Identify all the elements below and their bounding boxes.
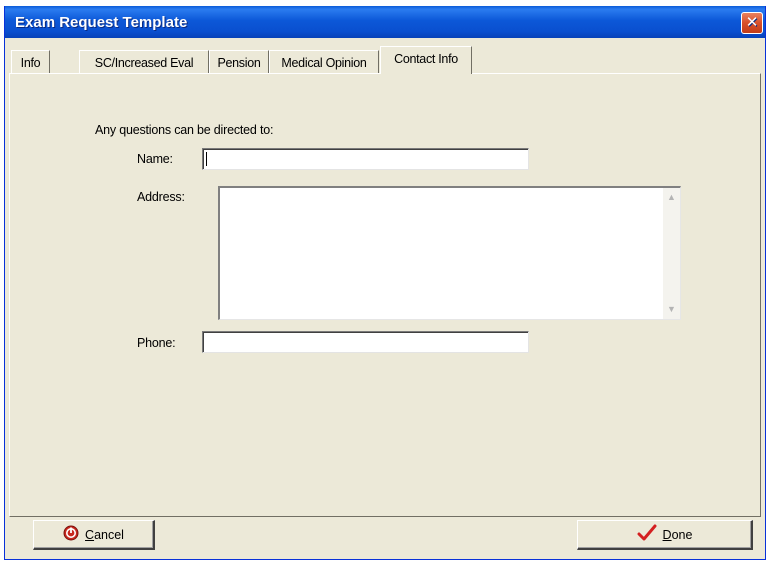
- exam-request-dialog: Exam Request Template ✕ Info SC/Increase…: [4, 6, 766, 560]
- name-label: Name:: [137, 152, 173, 166]
- cancel-button[interactable]: Cancel: [33, 520, 155, 550]
- phone-label: Phone:: [137, 336, 176, 350]
- name-field[interactable]: [202, 148, 529, 170]
- scroll-down-arrow-icon[interactable]: ▼: [664, 302, 679, 317]
- tab-label: SC/Increased Eval: [94, 56, 194, 70]
- contact-info-panel: Any questions can be directed to: Name: …: [9, 73, 761, 517]
- text-caret: [206, 152, 207, 166]
- close-icon: ✕: [745, 14, 759, 31]
- done-button[interactable]: Done: [577, 520, 753, 550]
- scroll-up-arrow-icon[interactable]: ▲: [664, 190, 679, 205]
- address-textarea[interactable]: ▲ ▼: [218, 186, 681, 320]
- tab-label: Medical Opinion: [281, 56, 367, 70]
- address-scrollbar[interactable]: ▲ ▼: [663, 188, 680, 319]
- tab-sc-increased-eval[interactable]: SC/Increased Eval: [79, 50, 209, 73]
- done-label: Done: [663, 528, 693, 542]
- title-bar[interactable]: Exam Request Template ✕: [5, 6, 765, 38]
- tab-label: Pension: [217, 56, 261, 70]
- tab-medical-opinion[interactable]: Medical Opinion: [269, 50, 379, 73]
- phone-field[interactable]: [202, 331, 529, 353]
- cancel-mnemonic: C: [85, 527, 95, 542]
- tab-label: Info: [20, 56, 41, 70]
- cancel-label-rest: ancel: [94, 527, 124, 542]
- cancel-label: Cancel: [85, 528, 124, 542]
- check-icon: [637, 524, 657, 545]
- tab-pension[interactable]: Pension: [209, 50, 269, 73]
- done-label-rest: one: [671, 527, 693, 542]
- tab-strip: Info SC/Increased Eval Pension Medical O…: [9, 46, 761, 74]
- close-button[interactable]: ✕: [741, 12, 763, 34]
- address-label: Address:: [137, 190, 185, 204]
- tab-info[interactable]: Info: [11, 50, 50, 73]
- tab-contact-info[interactable]: Contact Info: [380, 46, 472, 74]
- tab-label: Contact Info: [394, 52, 458, 66]
- window-title: Exam Request Template: [15, 14, 188, 31]
- stop-circle-icon: [63, 525, 79, 544]
- done-mnemonic: D: [662, 527, 672, 542]
- contact-intro-text: Any questions can be directed to:: [95, 123, 274, 137]
